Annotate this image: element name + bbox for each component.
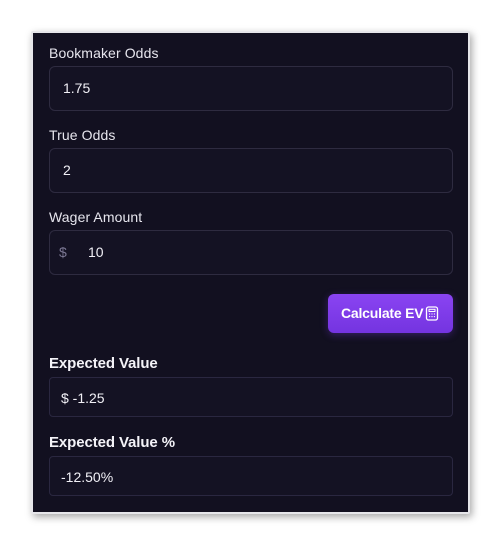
expected-value-output: $ -1.25 <box>49 377 453 417</box>
calculate-ev-button[interactable]: Calculate EV <box>328 294 453 333</box>
bookmaker-odds-input[interactable]: 1.75 <box>49 66 453 111</box>
bookmaker-odds-label: Bookmaker Odds <box>49 45 159 61</box>
wager-amount-value: 10 <box>88 244 104 260</box>
expected-value-pct-output: -12.50% <box>49 456 453 496</box>
currency-prefix: $ <box>59 244 67 260</box>
true-odds-label: True Odds <box>49 127 116 143</box>
ev-calculator-panel: Bookmaker Odds 1.75 True Odds 2 Wager Am… <box>31 31 470 514</box>
calculator-icon <box>425 306 439 321</box>
expected-value-pct-text: -12.50% <box>61 469 114 485</box>
true-odds-value: 2 <box>63 162 71 178</box>
calculate-ev-label: Calculate EV <box>341 305 424 321</box>
wager-amount-label: Wager Amount <box>49 209 143 225</box>
expected-value-pct-heading: Expected Value % <box>49 434 175 451</box>
true-odds-input[interactable]: 2 <box>49 148 453 193</box>
expected-value-text: $ -1.25 <box>61 390 105 406</box>
wager-amount-input[interactable]: $ 10 <box>49 230 453 275</box>
expected-value-heading: Expected Value <box>49 355 158 372</box>
bookmaker-odds-value: 1.75 <box>63 80 91 96</box>
